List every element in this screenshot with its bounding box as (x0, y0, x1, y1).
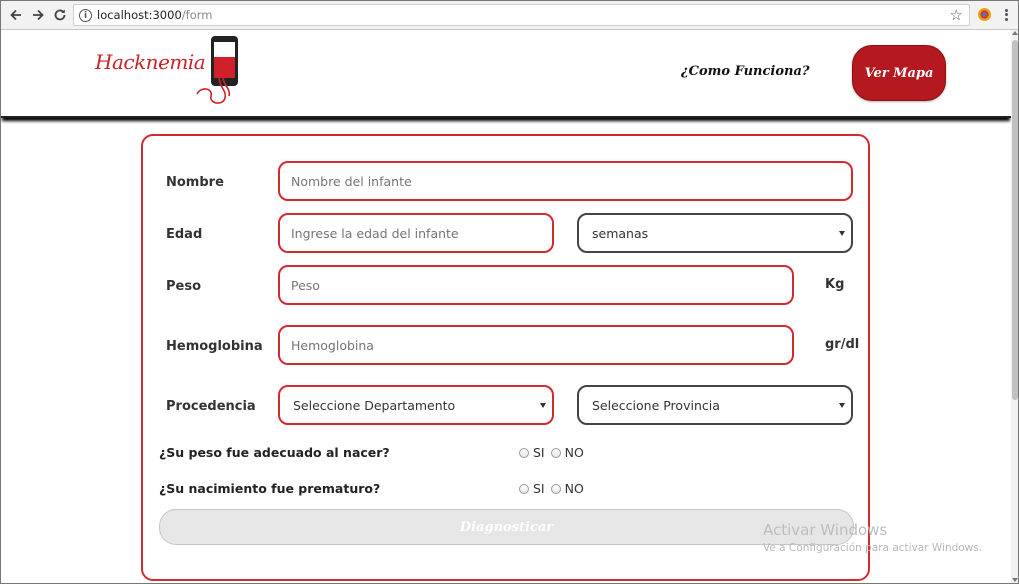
windows-activation-subtitle: Ve a Configuración para activar Windows. (763, 542, 983, 554)
cable-icon (196, 75, 231, 104)
scroll-up-arrow-icon[interactable] (1012, 31, 1018, 35)
birth-weight-yes-radio[interactable] (519, 447, 529, 458)
dropdown-arrow-icon (839, 231, 845, 236)
diagnose-button[interactable]: Diagnosticar (159, 509, 854, 545)
premature-no-radio[interactable] (550, 483, 561, 494)
edad-unit-value: semanas (592, 225, 649, 241)
logo[interactable]: Hacknemia (95, 34, 245, 110)
peso-label: Peso (166, 279, 202, 294)
edad-input[interactable] (278, 213, 554, 253)
browser-toolbar: i localhost:3000/form ☆ (1, 1, 1018, 30)
provincia-select[interactable]: Seleccione Provincia (577, 385, 853, 425)
premature-yes-label[interactable]: SI (533, 481, 545, 496)
departamento-value: Seleccione Departamento (293, 397, 456, 413)
extension-icon[interactable] (977, 7, 992, 22)
url-text: localhost:3000/form (97, 8, 213, 22)
scroll-down-arrow-icon[interactable] (1012, 578, 1018, 582)
back-icon[interactable] (7, 6, 25, 24)
how-it-works-link[interactable]: ¿Como Funciona? (681, 64, 810, 79)
dropdown-arrow-icon (839, 403, 845, 408)
reload-icon[interactable] (51, 6, 69, 24)
info-icon[interactable]: i (79, 9, 92, 22)
birth-weight-no-radio[interactable] (550, 447, 561, 458)
birth-weight-question: ¿Su peso fue adecuado al nacer? (159, 445, 390, 460)
address-bar[interactable]: i localhost:3000/form ☆ (73, 4, 970, 26)
view-map-button[interactable]: Ver Mapa (852, 45, 946, 101)
nombre-input[interactable] (278, 161, 853, 201)
browser-window: i localhost:3000/form ☆ Hacknemia ¿Como … (0, 0, 1019, 584)
premature-yes-radio[interactable] (519, 483, 529, 494)
site-header: Hacknemia ¿Como Funciona? Ver Mapa (1, 30, 1011, 118)
logo-text: Hacknemia (95, 50, 206, 74)
browser-menu-icon[interactable] (999, 6, 1013, 24)
premature-question: ¿Su nacimiento fue prematuro? (159, 481, 381, 496)
procedencia-label: Procedencia (166, 399, 256, 414)
hemoglobina-input[interactable] (278, 325, 794, 365)
birth-weight-radio-group: SI NO (519, 445, 590, 460)
departamento-select[interactable]: Seleccione Departamento (278, 385, 554, 425)
windows-activation-title: Activar Windows (763, 521, 888, 539)
birth-weight-yes-label[interactable]: SI (533, 445, 545, 460)
peso-unit: Kg (825, 277, 845, 292)
hemoglobina-unit: gr/dl (825, 337, 860, 352)
premature-radio-group: SI NO (519, 481, 590, 496)
page-scrollbar[interactable] (1011, 30, 1018, 583)
forward-icon[interactable] (29, 6, 47, 24)
nombre-label: Nombre (166, 175, 224, 190)
edad-label: Edad (166, 227, 203, 242)
provincia-value: Seleccione Provincia (592, 397, 720, 413)
diagnosis-form: Nombre Edad semanas Peso Kg Hemoglobina … (141, 134, 870, 581)
edad-unit-select[interactable]: semanas (577, 213, 853, 253)
birth-weight-no-label[interactable]: NO (565, 445, 584, 460)
premature-no-label[interactable]: NO (565, 481, 584, 496)
hemoglobina-label: Hemoglobina (166, 339, 263, 354)
scroll-thumb[interactable] (1012, 40, 1018, 400)
bookmark-star-icon[interactable]: ☆ (950, 6, 963, 24)
peso-input[interactable] (278, 265, 794, 305)
dropdown-arrow-icon (540, 403, 546, 408)
